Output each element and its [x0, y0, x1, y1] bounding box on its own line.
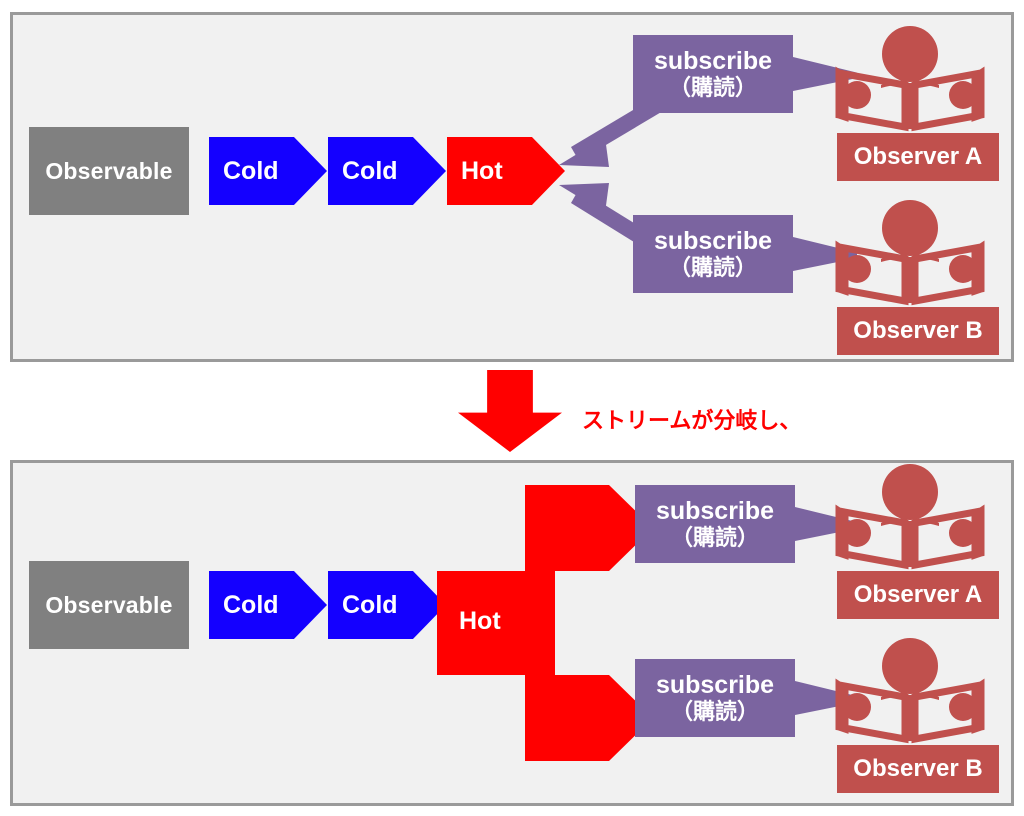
bottom-panel: Observable Cold Cold Hot subscribe （購読） …	[10, 460, 1014, 806]
observer-a-top[interactable]: Observer A	[819, 25, 999, 181]
observer-b-bottom[interactable]: Observer B	[819, 637, 999, 793]
subscribe-callout-b-top-jp: （購読）	[668, 254, 757, 280]
cold-stage-2-top-label: Cold	[342, 156, 398, 185]
cold-stage-1-bottom: Cold	[209, 571, 327, 639]
hot-fork-label: Hot	[459, 607, 501, 635]
observable-label: Observable	[45, 157, 173, 184]
observer-a-bottom[interactable]: Observer A	[819, 463, 999, 619]
person-reading-book-icon	[835, 200, 985, 306]
subscribe-callout-b-bottom-en: subscribe	[655, 671, 775, 700]
person-reading-book-icon	[835, 638, 985, 744]
subscribe-callout-a-top[interactable]: subscribe （購読）	[633, 35, 857, 113]
observer-a-top-label-box: Observer A	[837, 133, 999, 181]
cold-stage-2-top: Cold	[328, 137, 446, 205]
cold-stage-1-top: Cold	[209, 137, 327, 205]
observable-box-top: Observable	[29, 127, 189, 215]
diagram-canvas: Observable Cold Cold Hot subscribe （購読） …	[0, 0, 1024, 816]
observer-a-top-label: Observer A	[853, 143, 983, 170]
observer-b-top-label-box: Observer B	[837, 307, 999, 355]
down-arrow-icon	[458, 370, 562, 452]
cold-stage-2-bottom-label: Cold	[342, 590, 398, 619]
subscribe-callout-a-top-jp: （購読）	[668, 74, 757, 100]
person-reading-book-icon	[835, 26, 985, 132]
person-reading-book-icon	[835, 464, 985, 570]
subscribe-callout-a-bottom-en: subscribe	[655, 497, 775, 526]
hot-fork-bottom: Hot	[437, 473, 653, 773]
observer-a-bottom-label-box: Observer A	[837, 571, 999, 619]
subscribe-callout-b-top[interactable]: subscribe （購読）	[633, 215, 857, 293]
cold-stage-1-top-label: Cold	[223, 156, 279, 185]
subscribe-callout-b-bottom-jp: （購読）	[670, 698, 759, 724]
cold-stage-1-bottom-label: Cold	[223, 590, 279, 619]
hot-stage-top-label: Hot	[461, 156, 503, 185]
cold-stage-2-bottom: Cold	[328, 571, 446, 639]
observer-b-top[interactable]: Observer B	[819, 199, 999, 355]
observable-label: Observable	[45, 591, 173, 618]
observer-b-bottom-label: Observer B	[853, 755, 983, 782]
subscribe-callout-b-bottom[interactable]: subscribe （購読）	[635, 659, 859, 737]
subscribe-callout-b-top-en: subscribe	[653, 227, 773, 256]
subscribe-callout-a-bottom-jp: （購読）	[670, 524, 759, 550]
subscribe-callout-a-top-en: subscribe	[653, 47, 773, 76]
observer-b-bottom-label-box: Observer B	[837, 745, 999, 793]
subscribe-callout-a-bottom[interactable]: subscribe （購読）	[635, 485, 859, 563]
observable-box-bottom: Observable	[29, 561, 189, 649]
observer-a-bottom-label: Observer A	[853, 581, 983, 608]
transition-note-line-1: ストリームが分岐し、	[582, 407, 802, 433]
top-panel: Observable Cold Cold Hot subscribe （購読） …	[10, 12, 1014, 362]
observer-b-top-label: Observer B	[853, 317, 983, 344]
